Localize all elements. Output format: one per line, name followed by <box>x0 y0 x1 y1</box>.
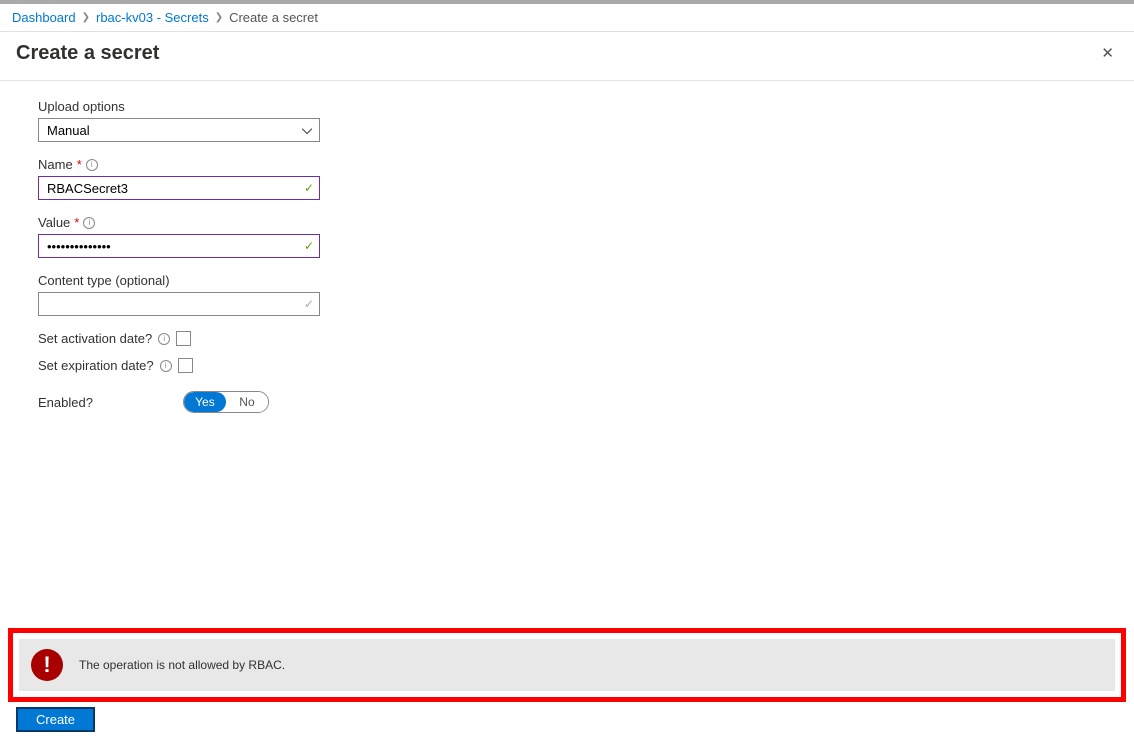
activation-date-label: Set activation date? <box>38 331 152 346</box>
expiration-date-checkbox[interactable] <box>178 358 193 373</box>
page-title: Create a secret <box>16 42 159 65</box>
page-header: Create a secret ✕ <box>0 32 1134 81</box>
row-enabled: Enabled? Yes No <box>38 391 360 413</box>
upload-options-select-wrap: Manual <box>38 118 320 142</box>
value-input[interactable] <box>38 234 320 258</box>
content-type-label: Content type (optional) <box>38 273 170 288</box>
error-banner: ! The operation is not allowed by RBAC. <box>19 639 1115 691</box>
name-input-wrap: ✓ <box>38 176 320 200</box>
breadcrumb-link-resource[interactable]: rbac-kv03 - Secrets <box>96 10 209 25</box>
close-button[interactable]: ✕ <box>1097 40 1118 66</box>
field-value: Value * i ✓ <box>38 215 360 258</box>
upload-options-label: Upload options <box>38 99 125 114</box>
error-icon: ! <box>31 649 63 681</box>
required-indicator: * <box>77 157 82 172</box>
breadcrumb-link-dashboard[interactable]: Dashboard <box>12 10 76 25</box>
footer: Create <box>16 707 95 732</box>
enabled-toggle[interactable]: Yes No <box>183 391 269 413</box>
upload-options-select[interactable]: Manual <box>38 118 320 142</box>
required-indicator: * <box>74 215 79 230</box>
row-activation-date: Set activation date? i <box>38 331 360 346</box>
name-label: Name <box>38 157 73 172</box>
name-input[interactable] <box>38 176 320 200</box>
info-icon[interactable]: i <box>86 159 98 171</box>
expiration-date-label: Set expiration date? <box>38 358 154 373</box>
row-expiration-date: Set expiration date? i <box>38 358 360 373</box>
breadcrumb-current: Create a secret <box>229 10 318 25</box>
create-secret-form: Upload options Manual Name * i ✓ Value *… <box>0 81 360 413</box>
field-name: Name * i ✓ <box>38 157 360 200</box>
content-type-input-wrap: ✓ <box>38 292 320 316</box>
activation-date-checkbox[interactable] <box>176 331 191 346</box>
chevron-right-icon: ❯ <box>215 12 223 23</box>
enabled-label: Enabled? <box>38 395 93 410</box>
info-icon[interactable]: i <box>158 333 170 345</box>
value-label: Value <box>38 215 70 230</box>
toggle-option-no[interactable]: No <box>226 392 268 412</box>
breadcrumb: Dashboard ❯ rbac-kv03 - Secrets ❯ Create… <box>0 4 1134 32</box>
create-button[interactable]: Create <box>16 707 95 732</box>
info-icon[interactable]: i <box>160 360 172 372</box>
close-icon: ✕ <box>1101 45 1114 62</box>
toggle-option-yes[interactable]: Yes <box>184 392 226 412</box>
chevron-right-icon: ❯ <box>82 12 90 23</box>
content-type-input[interactable] <box>38 292 320 316</box>
field-upload-options: Upload options Manual <box>38 99 360 142</box>
field-content-type: Content type (optional) ✓ <box>38 273 360 316</box>
error-highlight: ! The operation is not allowed by RBAC. <box>8 628 1126 702</box>
value-input-wrap: ✓ <box>38 234 320 258</box>
info-icon[interactable]: i <box>83 217 95 229</box>
error-message: The operation is not allowed by RBAC. <box>79 658 285 672</box>
